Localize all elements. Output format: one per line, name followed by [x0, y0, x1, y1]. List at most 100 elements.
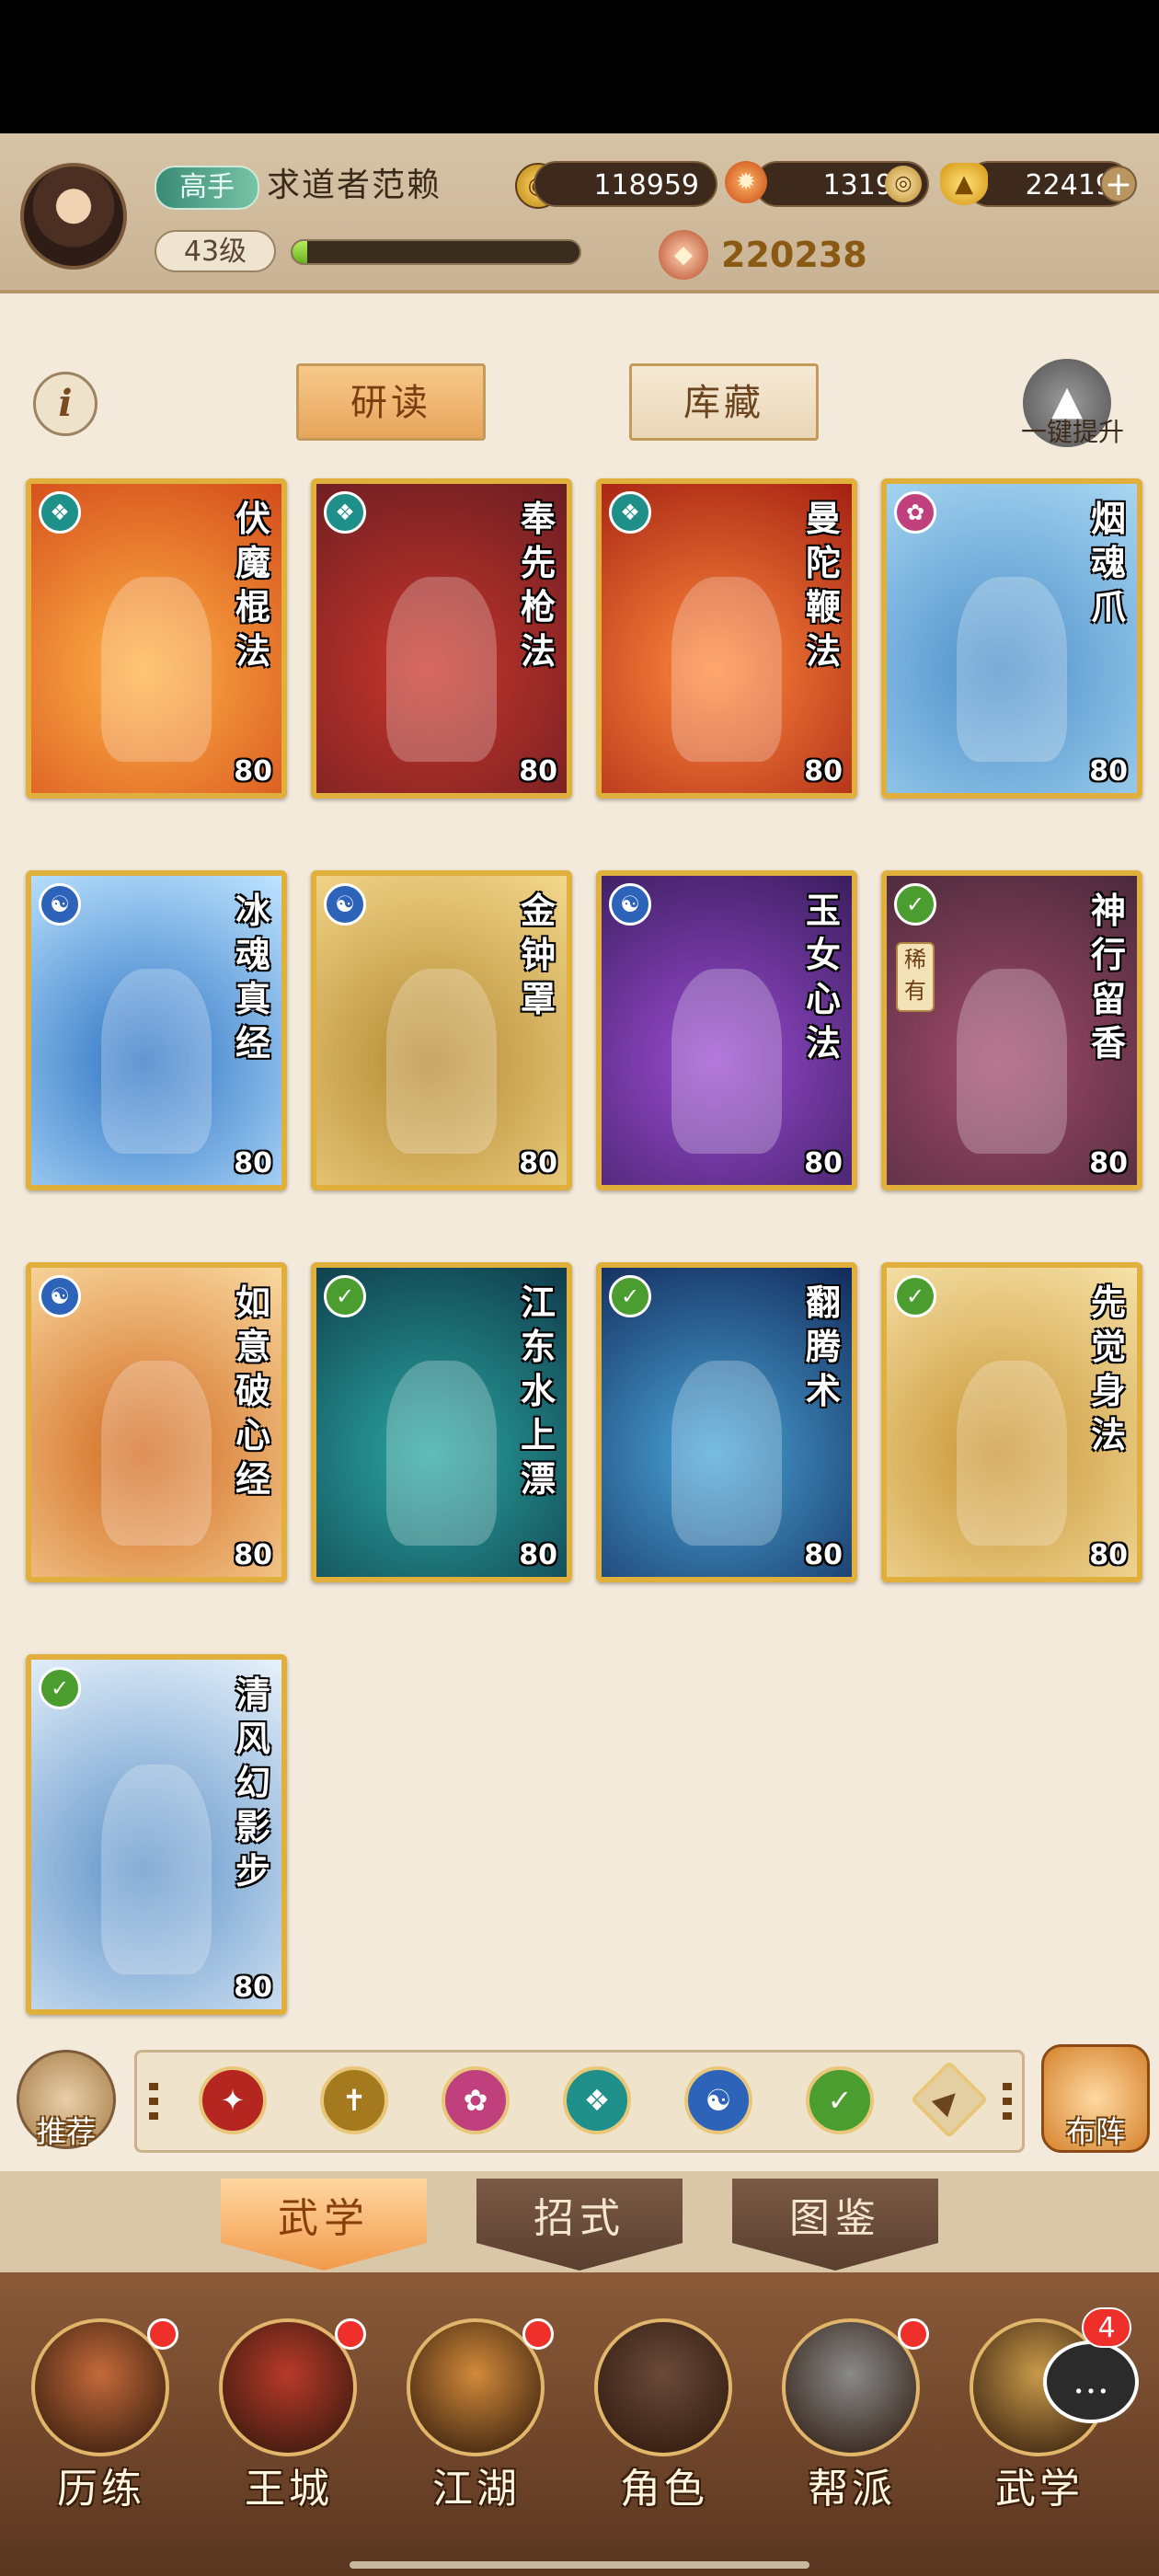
status-bar — [0, 0, 1159, 133]
nav-item[interactable]: 角色 — [572, 2300, 756, 2539]
blue-type-icon: ☯ — [39, 883, 81, 926]
nav-item[interactable]: 王城 — [197, 2300, 381, 2539]
skill-card[interactable]: ❖ 曼陀鞭法 80 — [596, 478, 857, 799]
card-figure — [101, 1765, 212, 1974]
upgrade-all-button[interactable]: 一键提升 — [999, 414, 1146, 451]
chat-icon[interactable]: … — [1043, 2340, 1139, 2423]
tab-research[interactable]: 研读 — [296, 363, 486, 441]
card-level: 80 — [804, 1539, 843, 1571]
home-indicator — [350, 2561, 809, 2569]
card-level: 80 — [234, 1147, 272, 1179]
card-level: 80 — [234, 1972, 272, 2004]
card-figure — [101, 576, 212, 763]
ingot-small-icon: ◎ — [885, 166, 922, 202]
card-level: 80 — [519, 1147, 557, 1179]
card-title: 先觉身法 — [1090, 1282, 1126, 1455]
coin-balance: 118959 — [534, 161, 717, 207]
tab-storage[interactable]: 库藏 — [629, 363, 819, 441]
pink-type-icon: ✿ — [894, 491, 936, 534]
card-level: 80 — [804, 1147, 843, 1179]
blue-type-icon: ☯ — [609, 883, 651, 926]
filter-right-ornament — [1003, 2083, 1012, 2120]
card-level: 80 — [519, 755, 557, 788]
chat-badge: 4 — [1082, 2307, 1131, 2348]
formation-label: 布阵 — [1065, 2114, 1125, 2149]
nav-label: 角色 — [620, 2466, 708, 2513]
card-title: 曼陀鞭法 — [805, 498, 841, 672]
card-figure — [957, 1360, 1067, 1547]
player-name: 求道者范赖 — [267, 167, 442, 204]
card-figure — [957, 968, 1067, 1155]
skill-card[interactable]: ✓ 先觉身法 80 — [881, 1262, 1142, 1582]
nav-item[interactable]: 帮派 — [760, 2300, 944, 2539]
pink-claw-filter-icon[interactable]: ✿ — [442, 2066, 510, 2134]
skill-card[interactable]: ☯ 如意破心经 80 — [26, 1262, 287, 1582]
card-level: 80 — [1089, 755, 1128, 788]
rank-badge: 高手 — [155, 166, 259, 210]
skill-card[interactable]: ✓ 稀有 神行留香 80 — [881, 870, 1142, 1190]
green-type-icon: ✓ — [609, 1275, 651, 1317]
card-figure — [101, 968, 212, 1155]
card-title: 奉先枪法 — [520, 498, 556, 672]
blue-yin-yang-filter-icon[interactable]: ☯ — [684, 2066, 752, 2134]
nav-label: 王城 — [245, 2466, 333, 2513]
card-title: 玉女心法 — [805, 890, 841, 1064]
green-swirl-filter-icon[interactable]: ✓ — [806, 2066, 874, 2134]
fire-icon: ✹ — [725, 161, 767, 203]
card-level: 80 — [1089, 1539, 1128, 1571]
card-title: 神行留香 — [1090, 890, 1126, 1064]
notification-dot — [522, 2318, 554, 2350]
card-figure — [386, 1360, 497, 1547]
red-blade-filter-icon[interactable]: ✦ — [199, 2066, 267, 2134]
nav-label: 武学 — [995, 2466, 1084, 2513]
avatar[interactable] — [20, 163, 127, 270]
add-currency-button[interactable]: + — [1100, 166, 1137, 202]
skill-card[interactable]: ☯ 玉女心法 80 — [596, 870, 857, 1190]
notification-dot — [147, 2318, 178, 2350]
card-level: 80 — [234, 755, 272, 788]
nav-item[interactable]: 历练 — [9, 2300, 193, 2539]
nav-item[interactable]: 江湖 — [384, 2300, 568, 2539]
bronze-sword-filter-icon[interactable]: ✝ — [320, 2066, 388, 2134]
skill-card[interactable]: ✓ 江东水上漂 80 — [311, 1262, 572, 1582]
skill-card[interactable]: ☯ 金钟罩 80 — [311, 870, 572, 1190]
nav-icon — [594, 2318, 732, 2456]
card-figure — [101, 1360, 212, 1547]
skill-card[interactable]: ❖ 伏魔棍法 80 — [26, 478, 287, 799]
card-title: 冰魂真经 — [235, 890, 270, 1064]
skill-card[interactable]: ✿ 烟魂爪 80 — [881, 478, 1142, 799]
filter-left-ornament — [149, 2083, 158, 2120]
card-level: 80 — [804, 755, 843, 788]
recommend-label: 推荐 — [36, 2114, 96, 2149]
skill-card[interactable]: ❖ 奉先枪法 80 — [311, 478, 572, 799]
green-type-icon: ✓ — [894, 1275, 936, 1317]
gold-ingot-icon: ▲ — [940, 163, 988, 205]
green-type-icon: ✓ — [894, 883, 936, 926]
card-title: 如意破心经 — [235, 1282, 270, 1500]
nav-label: 江湖 — [432, 2466, 521, 2513]
exp-bar — [291, 239, 581, 265]
card-title: 翻腾术 — [805, 1282, 841, 1411]
nav-label: 历练 — [57, 2466, 145, 2513]
skill-card[interactable]: ✓ 翻腾术 80 — [596, 1262, 857, 1582]
power-icon: ◆ — [659, 230, 708, 280]
card-figure — [671, 968, 782, 1155]
skill-card[interactable]: ☯ 冰魂真经 80 — [26, 870, 287, 1190]
info-button[interactable]: i — [33, 372, 98, 436]
notification-dot — [898, 2318, 929, 2350]
card-figure — [957, 576, 1067, 763]
card-figure — [386, 968, 497, 1155]
nav-label: 帮派 — [808, 2466, 896, 2513]
exp-fill — [293, 241, 307, 263]
card-title: 伏魔棍法 — [235, 498, 270, 672]
teal-fan-filter-icon[interactable]: ❖ — [563, 2066, 631, 2134]
card-level: 80 — [519, 1539, 557, 1571]
card-figure — [671, 1360, 782, 1547]
card-level: 80 — [1089, 1147, 1128, 1179]
skill-card[interactable]: ✓ 清风幻影步 80 — [26, 1654, 287, 2015]
green-type-icon: ✓ — [324, 1275, 366, 1317]
blue-type-icon: ☯ — [39, 1275, 81, 1317]
level-badge: 43级 — [155, 230, 276, 272]
card-level: 80 — [234, 1539, 272, 1571]
blue-type-icon: ☯ — [324, 883, 366, 926]
